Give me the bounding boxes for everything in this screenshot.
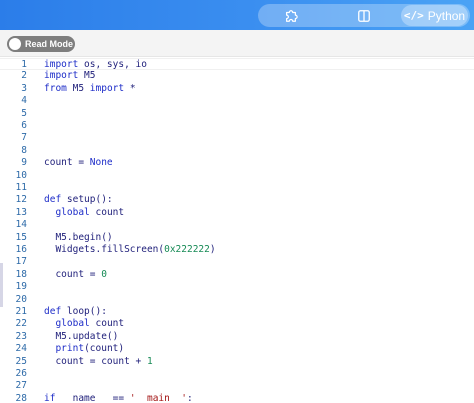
line-number: 27 (15, 380, 27, 392)
toolbar-button-group: </> Python (258, 4, 470, 27)
code-line[interactable]: 17 (0, 256, 474, 268)
line-number: 10 (15, 169, 27, 181)
code-text: M5.begin() (44, 231, 113, 243)
line-number: 8 (21, 144, 27, 156)
code-line[interactable]: 21 def loop(): (0, 306, 474, 318)
code-text: count = count + 1 (44, 355, 153, 367)
code-text: print(count) (55, 343, 125, 355)
code-text: global count (55, 206, 125, 218)
line-number: 9 (21, 157, 27, 169)
code-text: global count (55, 318, 125, 330)
code-brackets-icon: </> (403, 9, 424, 22)
code-line[interactable]: 13 global count (0, 207, 474, 219)
line-number: 13 (15, 206, 27, 218)
code-editor[interactable]: 1 import os, sys, io 2 import M5 3 from M5 im… (0, 57, 474, 403)
code-line[interactable]: 12 def setup(): (0, 194, 474, 206)
code-line[interactable]: 10 (0, 170, 474, 182)
language-label: Python (427, 8, 466, 23)
top-toolbar: </> Python (0, 0, 474, 30)
read-mode-label: Read Mode (25, 39, 74, 49)
code-line[interactable]: 3 from M5 import * (0, 83, 474, 95)
puzzle-icon (286, 9, 298, 22)
code-line[interactable]: 24 print(count) (0, 343, 474, 355)
code-text: from M5 import * (44, 82, 136, 94)
code-line[interactable]: 5 (0, 108, 474, 120)
line-number: 19 (15, 281, 27, 293)
line-number: 3 (21, 82, 27, 94)
code-text: import M5 (44, 70, 96, 82)
code-line[interactable]: 15 M5.begin() (0, 232, 474, 244)
line-number: 21 (15, 306, 27, 317)
code-line[interactable]: 16 Widgets.fillScreen(0x222222) (0, 244, 474, 256)
line-number: 18 (15, 268, 27, 280)
line-number: 7 (21, 132, 27, 144)
code-line[interactable]: 14 (0, 219, 474, 231)
line-number: 11 (15, 182, 27, 193)
line-number: 6 (21, 120, 27, 131)
code-line[interactable]: 19 (0, 281, 474, 293)
code-line[interactable]: 9 count = None (0, 157, 474, 169)
plugin-button[interactable] (278, 4, 304, 27)
read-mode-toggle[interactable]: Read Mode (7, 36, 75, 52)
code-text: def loop(): (44, 306, 107, 317)
code-line[interactable]: 28 if __name__ == '__main__': (0, 393, 474, 403)
line-number: 28 (15, 392, 27, 403)
code-line[interactable]: 25 count = count + 1 (0, 356, 474, 368)
code-text: Widgets.fillScreen(0x222222) (44, 244, 216, 255)
line-number: 20 (15, 293, 27, 305)
line-number: 16 (15, 244, 27, 255)
line-number: 25 (15, 355, 27, 367)
code-text: count = None (44, 157, 113, 169)
line-number: 5 (21, 107, 27, 119)
line-number: 14 (15, 219, 27, 231)
code-line[interactable]: 4 (0, 95, 474, 107)
code-line[interactable]: 18 count = 0 (0, 269, 474, 281)
line-number: 17 (15, 256, 27, 268)
code-line[interactable]: 20 (0, 294, 474, 306)
code-line[interactable]: 8 (0, 145, 474, 157)
editor-subbar: Read Mode (0, 30, 474, 57)
line-number: 12 (15, 194, 27, 206)
code-line[interactable]: 23 M5.update() (0, 331, 474, 343)
line-number: 24 (15, 343, 27, 355)
code-line[interactable]: 7 (0, 132, 474, 144)
code-line[interactable]: 11 (0, 182, 474, 194)
line-number: 22 (15, 318, 27, 330)
split-view-icon (358, 9, 370, 22)
code-text: def setup(): (44, 194, 113, 206)
code-text: M5.update() (44, 330, 119, 342)
code-line[interactable]: 6 (0, 120, 474, 132)
line-number: 4 (21, 95, 27, 107)
code-line[interactable]: 2 import M5 (0, 70, 474, 82)
language-button[interactable]: </> Python (401, 5, 468, 26)
code-text: count = 0 (44, 268, 107, 280)
line-number: 2 (21, 70, 27, 82)
code-line[interactable]: 1 import os, sys, io (0, 58, 474, 71)
code-line[interactable]: 26 (0, 368, 474, 380)
line-number: 15 (15, 231, 27, 243)
line-number: 26 (15, 368, 27, 379)
code-line[interactable]: 22 global count (0, 318, 474, 330)
line-number: 23 (15, 330, 27, 342)
code-line[interactable]: 27 (0, 380, 474, 392)
split-view-button[interactable] (351, 4, 377, 27)
code-text: if __name__ == '__main__': (44, 392, 193, 403)
toggle-knob (9, 38, 21, 50)
